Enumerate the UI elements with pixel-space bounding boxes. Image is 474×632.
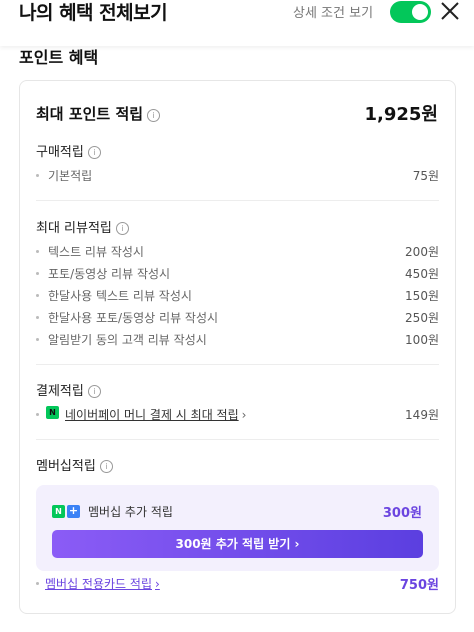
item-value: 450원 [405,267,439,281]
review-title-text: 최대 리뷰적립 [36,221,112,236]
max-points-value: 1,925원 [364,104,439,125]
bullet-icon [36,316,39,319]
header-bar: 나의 혜택 전체보기 상세 조건 보기 [0,0,474,46]
payment-title-text: 결제적립 [36,384,84,399]
close-icon [441,2,459,20]
payment-group-title: 결제적립 i [36,380,101,399]
info-icon[interactable]: i [99,460,113,473]
item-value: 100원 [405,333,439,347]
bullet-icon [36,250,39,253]
item-label: 텍스트 리뷰 작성시 [48,245,144,259]
info-icon[interactable]: i [87,385,101,398]
page-title: 나의 혜택 전체보기 [19,2,168,24]
list-item[interactable]: N 네이버페이 머니 결제 시 최대 적립 › 149원 [36,406,439,424]
bullet-icon [36,582,39,585]
item-value: 200원 [405,245,439,259]
membership-extra-value: 300원 [382,506,422,521]
divider [36,364,439,365]
section-title: 포인트 혜택 [19,48,99,67]
item-value: 250원 [405,311,439,325]
chevron-right-icon: › [241,408,247,422]
divider [36,439,439,440]
divider [36,200,439,201]
membership-extra-button[interactable]: 300원 추가 적립 받기 › [52,530,423,558]
item-label[interactable]: 멤버십 전용카드 적립 [45,577,152,591]
membership-card-row[interactable]: 멤버십 전용카드 적립 › 750원 [36,575,439,593]
bullet-icon [36,174,39,177]
item-value: 750원 [399,578,439,593]
naver-plus-icon: N + [52,505,80,518]
membership-group-title: 멤버십적립 i [36,455,113,474]
purchase-title-text: 구매적립 [36,145,84,160]
membership-extra-label: 멤버십 추가 적립 [88,505,173,519]
list-item: 알림받기 동의 고객 리뷰 작성시 100원 [36,331,439,349]
item-label: 알림받기 동의 고객 리뷰 작성시 [48,333,207,347]
detail-toggle-label: 상세 조건 보기 [293,6,374,21]
item-label: 기본적립 [48,169,93,183]
toggle-knob [412,4,428,20]
naver-pay-link[interactable]: 네이버페이 머니 결제 시 최대 적립 › [65,406,246,423]
membership-box: N + 멤버십 추가 적립 300원 300원 추가 적립 받기 › [36,485,439,571]
item-label: 포토/동영상 리뷰 작성시 [48,267,171,281]
bullet-icon [36,294,39,297]
max-points-text: 최대 포인트 적립 [36,105,144,123]
chevron-right-icon: › [155,577,160,591]
review-group-title: 최대 리뷰적립 i [36,217,129,236]
detail-toggle[interactable] [390,1,431,23]
purchase-group-title: 구매적립 i [36,141,101,160]
bullet-icon [36,272,39,275]
item-label: 한달사용 포토/동영상 리뷰 작성시 [48,311,219,325]
naver-pay-icon: N [46,406,59,419]
list-item: 한달사용 텍스트 리뷰 작성시 150원 [36,287,439,305]
info-icon[interactable]: i [115,222,129,235]
item-label: 한달사용 텍스트 리뷰 작성시 [48,289,192,303]
list-item: 텍스트 리뷰 작성시 200원 [36,243,439,261]
list-item: 포토/동영상 리뷰 작성시 450원 [36,265,439,283]
membership-title-text: 멤버십적립 [36,459,96,474]
info-icon[interactable]: i [147,109,161,122]
max-points-label: 최대 포인트 적립 i [36,103,161,124]
item-value: 149원 [405,408,439,422]
info-icon[interactable]: i [87,146,101,159]
membership-card-link[interactable]: 멤버십 전용카드 적립 › [45,575,160,592]
list-item: 기본적립 75원 [36,167,439,185]
close-button[interactable] [438,0,462,23]
bullet-icon [36,338,39,341]
bullet-icon [36,413,39,416]
list-item: 한달사용 포토/동영상 리뷰 작성시 250원 [36,309,439,327]
item-label[interactable]: 네이버페이 머니 결제 시 최대 적립 [65,408,239,422]
item-value: 75원 [412,169,439,183]
item-value: 150원 [405,289,439,303]
points-card: 최대 포인트 적립 i 1,925원 구매적립 i 기본적립 75원 최대 리뷰적립… [19,80,456,614]
